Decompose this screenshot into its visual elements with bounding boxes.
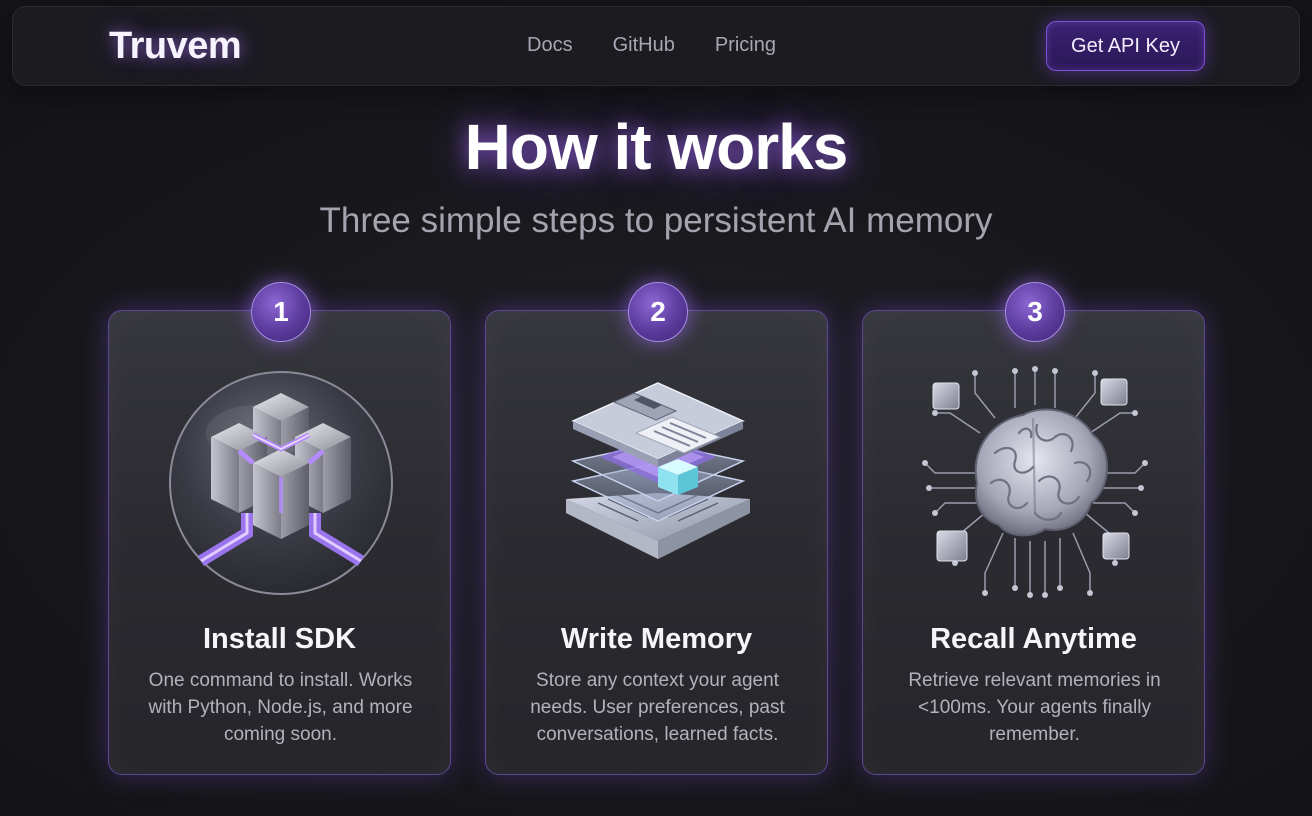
top-nav: Truvem Docs GitHub Pricing Get API Key — [12, 6, 1300, 86]
nav-links: Docs GitHub Pricing — [527, 34, 776, 57]
page-subtitle: Three simple steps to persistent AI memo… — [319, 201, 993, 240]
step-title: Write Memory — [560, 623, 753, 655]
nav-link-docs[interactable]: Docs — [527, 34, 573, 57]
floppy-disk-stack-icon — [566, 382, 750, 559]
page-title: How it works — [464, 111, 849, 183]
step-card-write-memory: 2 Write Memory Store any context your ag… — [485, 282, 828, 775]
step-title: Install SDK — [202, 623, 357, 655]
step-number-badge: 2 — [628, 282, 688, 342]
step-card-recall-anytime: 3 Recall Anytime Retrieve relevant memor… — [862, 282, 1205, 775]
step-card-install-sdk: 1 Install SDK One command to install. Wo… — [108, 282, 451, 775]
get-api-key-button[interactable]: Get API Key — [1046, 21, 1205, 71]
nav-link-pricing[interactable]: Pricing — [715, 34, 776, 57]
cube-sdk-icon — [169, 371, 393, 595]
step-description: Retrieve relevant memories in <100ms. Yo… — [908, 670, 1161, 745]
step-description: Store any context your agent needs. User… — [530, 670, 785, 745]
step-number-badge: 3 — [1005, 282, 1065, 342]
brain-circuit-icon — [922, 366, 1148, 598]
nav-link-github[interactable]: GitHub — [613, 34, 675, 57]
step-description: One command to install. Works with Pytho… — [148, 670, 413, 745]
step-number-badge: 1 — [251, 282, 311, 342]
logo[interactable]: Truvem — [109, 25, 242, 68]
step-title: Recall Anytime — [930, 623, 1137, 655]
